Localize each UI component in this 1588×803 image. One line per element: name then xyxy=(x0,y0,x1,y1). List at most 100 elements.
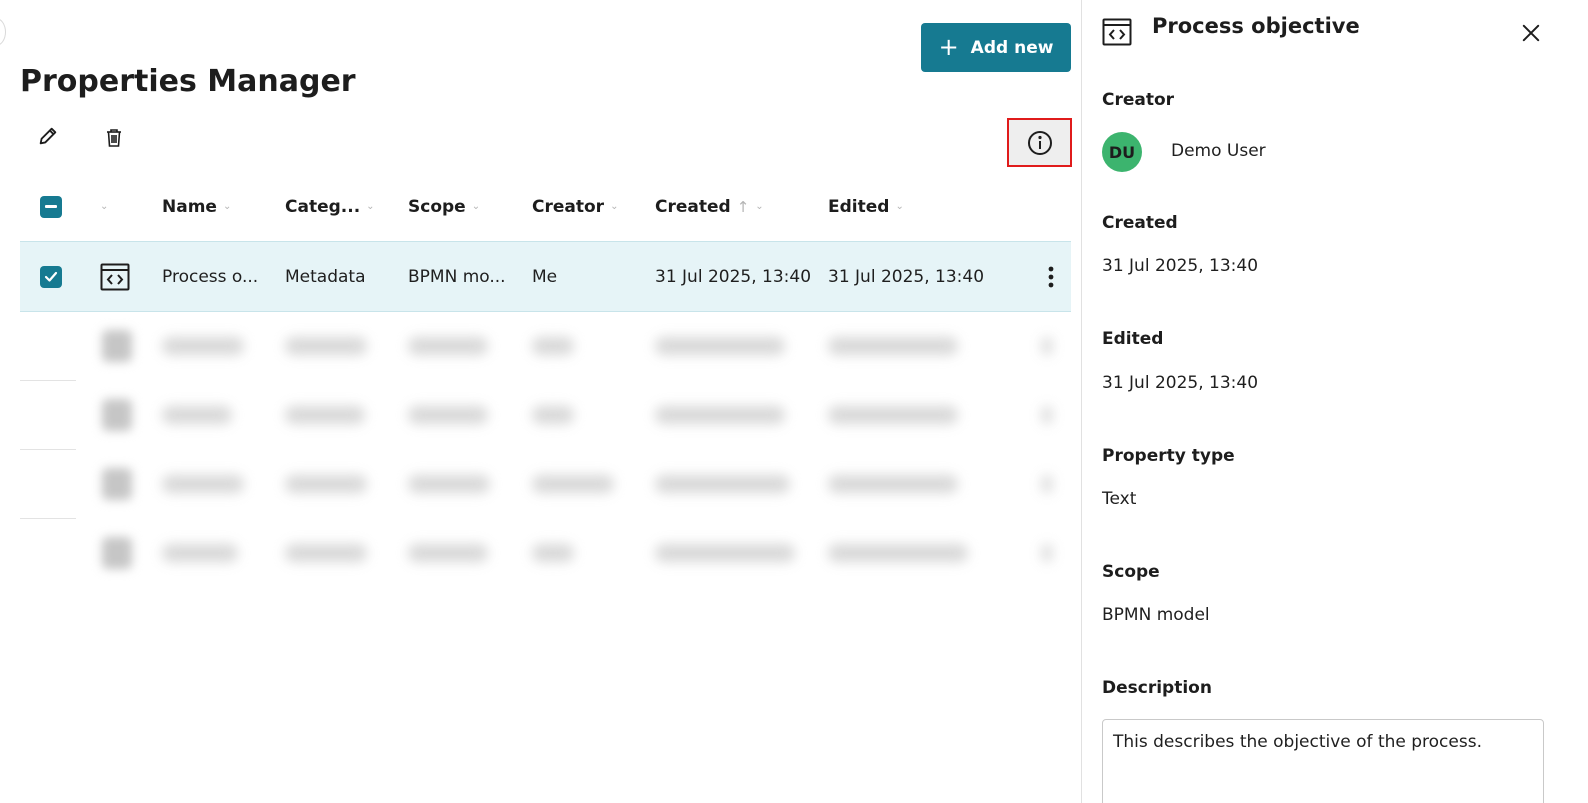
blurred-text xyxy=(408,337,488,355)
column-header-scope[interactable]: Scope ⌄ xyxy=(408,172,480,241)
blurred-text xyxy=(655,337,785,355)
edit-button[interactable] xyxy=(26,114,70,158)
trash-icon xyxy=(107,129,121,147)
chevron-down-icon: ⌄ xyxy=(100,201,109,212)
blurred-icon xyxy=(102,468,132,500)
chevron-down-icon: ⌄ xyxy=(366,201,375,212)
table-row-blurred xyxy=(20,312,1071,381)
blurred-text xyxy=(285,544,367,562)
arrow-up-icon: ↑ xyxy=(736,197,750,216)
column-header-scope-label: Scope xyxy=(408,196,466,217)
code-brackets-icon xyxy=(100,263,130,290)
row-type-icon xyxy=(100,242,130,311)
property-type-value: Text xyxy=(1102,489,1137,509)
delete-button[interactable] xyxy=(92,116,136,160)
panel-title: Process objective xyxy=(1152,14,1360,38)
table-header: ⌄ Name ⌄ Categ... ⌄ Scope ⌄ Creator ⌄ Cr… xyxy=(20,172,1071,241)
description-label: Description xyxy=(1102,678,1212,698)
blurred-icon xyxy=(102,537,132,569)
blurred-text xyxy=(162,544,238,562)
blurred-text xyxy=(828,406,958,424)
cell-edited: 31 Jul 2025, 13:40 xyxy=(828,266,985,287)
chevron-down-icon: ⌄ xyxy=(755,201,764,212)
creator-name: Demo User xyxy=(1171,141,1266,161)
scope-value: BPMN model xyxy=(1102,605,1210,625)
blurred-text xyxy=(655,406,785,424)
cell-creator: Me xyxy=(532,266,558,287)
cell-category: Metadata xyxy=(285,266,366,287)
page-title: Properties Manager xyxy=(20,64,356,99)
add-new-button[interactable]: + Add new xyxy=(921,23,1071,72)
blurred-text xyxy=(285,406,365,424)
blurred-text xyxy=(1042,337,1052,355)
edited-label: Edited xyxy=(1102,329,1164,349)
cell-created: 31 Jul 2025, 13:40 xyxy=(655,266,812,287)
app-root: + Add new Properties Manager ⌄ Name ⌄ Ca… xyxy=(0,0,1588,803)
cell-name: Process o... xyxy=(162,266,259,287)
blurred-text xyxy=(1042,475,1052,493)
blurred-text xyxy=(828,544,968,562)
blurred-text xyxy=(162,337,244,355)
column-header-category[interactable]: Categ... ⌄ xyxy=(285,172,375,241)
chevron-down-icon: ⌄ xyxy=(610,201,619,212)
blurred-text xyxy=(828,475,958,493)
code-brackets-icon xyxy=(1102,18,1132,46)
chevron-down-icon: ⌄ xyxy=(471,201,481,212)
kebab-menu-icon xyxy=(1048,266,1054,288)
table-row-blurred xyxy=(20,519,1071,588)
blurred-text xyxy=(285,337,367,355)
blurred-text xyxy=(532,544,574,562)
blurred-text xyxy=(828,337,958,355)
blurred-icon xyxy=(102,399,132,431)
row-checkbox[interactable] xyxy=(40,242,62,311)
column-header-name-label: Name xyxy=(162,196,217,217)
blurred-text xyxy=(532,406,574,424)
select-all-indeterminate xyxy=(40,195,62,218)
info-icon xyxy=(1027,130,1052,155)
chevron-down-icon: ⌄ xyxy=(895,201,904,212)
avatar: DU xyxy=(1102,132,1142,172)
row-menu-button[interactable] xyxy=(1036,256,1066,298)
select-all-checkbox[interactable] xyxy=(40,172,62,241)
blurred-text xyxy=(285,475,367,493)
column-header-category-label: Categ... xyxy=(285,196,361,217)
property-type-label: Property type xyxy=(1102,446,1235,466)
table-row[interactable]: Process o... Metadata BPMN mo... Me 31 J… xyxy=(20,241,1071,312)
collapsed-sidebar-handle[interactable] xyxy=(0,18,6,46)
created-label: Created xyxy=(1102,213,1178,233)
scope-label: Scope xyxy=(1102,562,1160,582)
blurred-text xyxy=(162,406,232,424)
blurred-text xyxy=(1042,544,1052,562)
add-new-label: Add new xyxy=(970,37,1054,58)
column-header-name[interactable]: Name ⌄ xyxy=(162,172,231,241)
cell-scope: BPMN mo... xyxy=(408,266,506,287)
column-header-creator-label: Creator xyxy=(532,196,605,217)
table-row-blurred xyxy=(20,381,1071,450)
check-icon xyxy=(44,271,58,282)
plus-icon: + xyxy=(938,32,959,61)
pencil-icon xyxy=(39,127,57,145)
chevron-down-icon: ⌄ xyxy=(222,201,232,212)
blurred-text xyxy=(655,475,790,493)
description-field[interactable]: This describes the objective of the proc… xyxy=(1102,719,1544,803)
blurred-text xyxy=(162,475,244,493)
blurred-text xyxy=(532,337,574,355)
column-header-created-label: Created xyxy=(655,196,731,217)
column-header-created[interactable]: Created ↑ ⌄ xyxy=(655,172,764,241)
blurred-text xyxy=(655,544,795,562)
blurred-text xyxy=(408,475,490,493)
column-header-edited[interactable]: Edited ⌄ xyxy=(828,172,904,241)
main-area: + Add new Properties Manager ⌄ Name ⌄ Ca… xyxy=(0,0,1081,803)
info-button[interactable] xyxy=(1007,118,1072,167)
close-icon xyxy=(1522,24,1540,42)
table-row-blurred xyxy=(20,450,1071,519)
close-panel-button[interactable] xyxy=(1516,18,1546,48)
type-column-sort[interactable]: ⌄ xyxy=(100,172,108,241)
blurred-icon xyxy=(102,330,132,362)
blurred-text xyxy=(532,475,614,493)
blurred-text xyxy=(408,406,488,424)
blurred-text xyxy=(1042,406,1052,424)
edited-value: 31 Jul 2025, 13:40 xyxy=(1102,373,1259,393)
column-header-creator[interactable]: Creator ⌄ xyxy=(532,172,618,241)
created-value: 31 Jul 2025, 13:40 xyxy=(1102,256,1259,276)
